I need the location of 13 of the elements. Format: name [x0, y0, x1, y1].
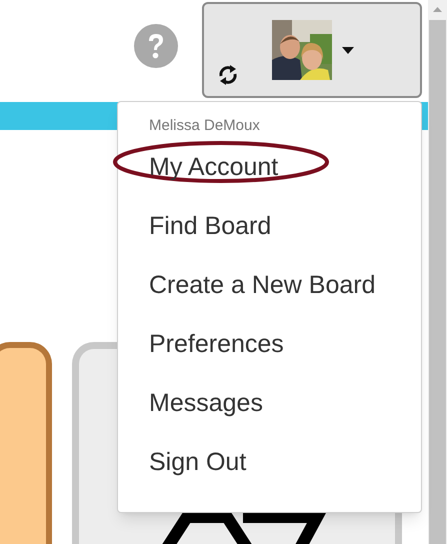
refresh-icon[interactable]	[217, 62, 239, 88]
user-name: Melissa DeMoux	[148, 116, 261, 136]
menu-item[interactable]: Create a New Board	[118, 266, 407, 304]
menu-item[interactable]: Messages	[118, 384, 294, 422]
menu-item[interactable]: Find Board	[118, 208, 302, 246]
menu-item[interactable]: Preferences	[118, 326, 315, 364]
board-card[interactable]	[0, 342, 52, 544]
menu-item[interactable]: My Account	[118, 148, 310, 186]
help-icon[interactable]	[134, 24, 178, 68]
scroll-up-icon[interactable]	[433, 7, 442, 12]
menu-item[interactable]: Sign Out	[118, 444, 278, 482]
profile-button[interactable]	[202, 2, 422, 98]
caret-icon	[342, 46, 354, 54]
